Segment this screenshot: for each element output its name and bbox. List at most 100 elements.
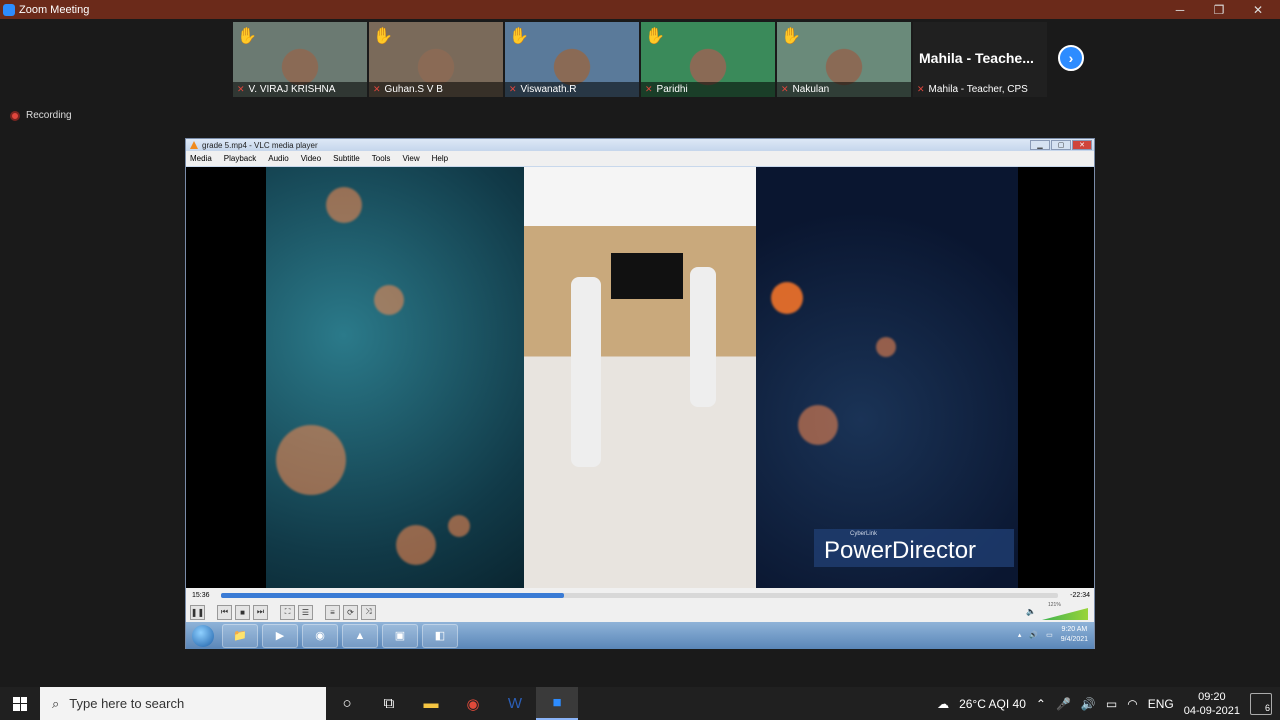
mic-muted-icon: ✕	[237, 84, 245, 94]
zoom-app-icon	[3, 3, 15, 16]
participant-tile[interactable]: ✋ ✕ Viswanath.R	[505, 22, 639, 97]
vlc-cone-icon	[190, 141, 198, 149]
raised-hand-icon: ✋	[237, 28, 257, 45]
windows-orb-icon[interactable]	[192, 624, 214, 647]
loop-button[interactable]: ⟳	[343, 604, 358, 620]
search-icon: ⌕	[52, 695, 60, 711]
mic-muted-icon: ✕	[645, 84, 653, 94]
system-tray: ☁ 26°C AQI 40 ⌃ 🎤 🔊 ▭ ◠ ENG 09:20 04-09-…	[937, 687, 1280, 720]
language-indicator[interactable]: ENG	[1148, 697, 1174, 711]
raised-hand-icon: ✋	[645, 28, 665, 45]
vlc-menubar: Media Playback Audio Video Subtitle Tool…	[186, 151, 1094, 166]
participant-tile[interactable]: ✋ ✕ V. VIRAJ KRISHNA	[233, 22, 367, 97]
vlc-icon[interactable]: ▲	[342, 623, 378, 648]
participant-name: Nakulan	[792, 84, 830, 95]
menu-help[interactable]: Help	[432, 154, 448, 163]
remaining-time: -22:34	[1070, 591, 1090, 599]
stop-button[interactable]: ■	[235, 604, 250, 620]
menu-media[interactable]: Media	[190, 154, 212, 163]
mic-muted-icon: ✕	[917, 84, 925, 94]
start-button[interactable]	[0, 687, 40, 720]
menu-audio[interactable]: Audio	[268, 154, 288, 163]
minimize-button[interactable]: ─	[1160, 0, 1200, 19]
mic-muted-icon: ✕	[509, 84, 517, 94]
shuffle-button[interactable]: ⤨	[361, 604, 376, 620]
video-frame[interactable]: CyberLink PowerDirector	[186, 167, 1094, 588]
weather-text[interactable]: 26°C AQI 40	[959, 697, 1026, 711]
search-box[interactable]: ⌕ Type here to search	[40, 687, 326, 720]
cortana-icon[interactable]: ○	[326, 687, 368, 720]
window-title: Zoom Meeting	[19, 3, 90, 16]
participant-tile[interactable]: ✋ ✕ Guhan.S V B	[369, 22, 503, 97]
menu-subtitle[interactable]: Subtitle	[333, 154, 360, 163]
inner-system-tray: ▴ 🔊 ▭ 9:20 AM 9/4/2021	[1018, 625, 1088, 645]
seek-bar[interactable]: 15:36 -22:34	[186, 588, 1094, 602]
notification-icon[interactable]: 6	[1250, 692, 1272, 715]
vlc-titlebar: grade 5.mp4 - VLC media player ▁ ▢ ✕	[186, 139, 1094, 151]
seek-fill	[221, 592, 565, 598]
participant-name: Guhan.S V B	[384, 84, 443, 95]
search-placeholder: Type here to search	[69, 696, 185, 711]
chevron-up-icon[interactable]: ⌃	[1036, 697, 1046, 711]
inner-windows7-taskbar: 📁 ▶ ◉ ▲ ▣ ◧ ▴ 🔊 ▭ 9:20 AM 9/4/2021	[186, 622, 1094, 649]
volume-slider[interactable]: 121%	[1042, 602, 1088, 620]
next-button[interactable]: ⏭	[253, 604, 268, 620]
zoom-icon[interactable]: ■	[536, 687, 578, 720]
maximize-button[interactable]: ❐	[1199, 0, 1239, 19]
weather-icon[interactable]: ☁	[937, 697, 949, 711]
record-icon	[10, 110, 20, 121]
windows-logo-icon	[13, 696, 27, 711]
battery-icon[interactable]: ▭	[1106, 697, 1117, 711]
extended-settings-button[interactable]: ☰	[298, 604, 313, 620]
fullscreen-button[interactable]: ⛶	[280, 604, 295, 620]
recording-label: Recording	[26, 110, 72, 121]
menu-playback[interactable]: Playback	[224, 154, 256, 163]
vlc-close-button[interactable]: ✕	[1072, 140, 1092, 150]
previous-button[interactable]: ⏮	[217, 604, 232, 620]
menu-video[interactable]: Video	[301, 154, 321, 163]
vlc-maximize-button[interactable]: ▢	[1051, 140, 1071, 150]
playlist-button[interactable]: ≡	[325, 604, 340, 620]
raised-hand-icon: ✋	[373, 28, 393, 45]
word-icon[interactable]: W	[494, 687, 536, 720]
menu-view[interactable]: View	[402, 154, 419, 163]
participant-name: Paridhi	[656, 84, 688, 95]
next-page-button[interactable]: ›	[1058, 45, 1084, 71]
microphone-icon[interactable]: 🎤	[1056, 697, 1071, 711]
close-button[interactable]: ✕	[1238, 0, 1278, 19]
clock[interactable]: 09:20 04-09-2021	[1184, 690, 1240, 718]
volume-percent: 121%	[1048, 602, 1061, 608]
playback-controls: ❚❚ ⏮ ■ ⏭ ⛶ ☰ ≡ ⟳ ⤨ 🔈 121%	[186, 602, 1094, 622]
wifi-icon[interactable]: ◠	[1127, 697, 1137, 711]
video-left-panel	[266, 167, 524, 588]
vlc-window: grade 5.mp4 - VLC media player ▁ ▢ ✕ Med…	[185, 138, 1095, 649]
raised-hand-icon: ✋	[781, 28, 801, 45]
participant-tile-teacher[interactable]: Mahila - Teache... ✕ Mahila - Teacher, CP…	[913, 22, 1047, 97]
tray-chevron-icon[interactable]: ▴	[1018, 631, 1022, 639]
task-view-icon[interactable]: ⧉	[368, 687, 410, 720]
pause-button[interactable]: ❚❚	[190, 604, 205, 620]
powerdirector-watermark: CyberLink PowerDirector	[814, 529, 1014, 567]
participant-tile[interactable]: ✋ ✕ Nakulan	[777, 22, 911, 97]
media-player-icon[interactable]: ▶	[262, 623, 298, 648]
tray-volume-icon[interactable]: 🔊	[1029, 631, 1038, 639]
recording-indicator[interactable]: Recording	[10, 110, 72, 121]
vlc-minimize-button[interactable]: ▁	[1030, 140, 1050, 150]
participant-name: V. VIRAJ KRISHNA	[248, 84, 336, 95]
file-explorer-icon[interactable]: ▬	[410, 687, 452, 720]
chrome-icon[interactable]: ◉	[452, 687, 494, 720]
video-right-panel	[756, 167, 1018, 588]
menu-tools[interactable]: Tools	[372, 154, 391, 163]
zoom-icon[interactable]: ▣	[382, 623, 418, 648]
powerdirector-icon[interactable]: ◧	[422, 623, 458, 648]
explorer-icon[interactable]: 📁	[222, 623, 258, 648]
seek-track[interactable]	[221, 592, 1058, 598]
speaker-icon[interactable]: 🔈	[1026, 607, 1036, 616]
participant-tile[interactable]: ✋ ✕ Paridhi	[641, 22, 775, 97]
tray-network-icon[interactable]: ▭	[1046, 631, 1053, 639]
mic-muted-icon: ✕	[373, 84, 381, 94]
inner-clock[interactable]: 9:20 AM 9/4/2021	[1061, 625, 1088, 645]
chrome-icon[interactable]: ◉	[302, 623, 338, 648]
volume-icon[interactable]: 🔊	[1081, 697, 1096, 711]
video-center-panel	[524, 167, 756, 588]
